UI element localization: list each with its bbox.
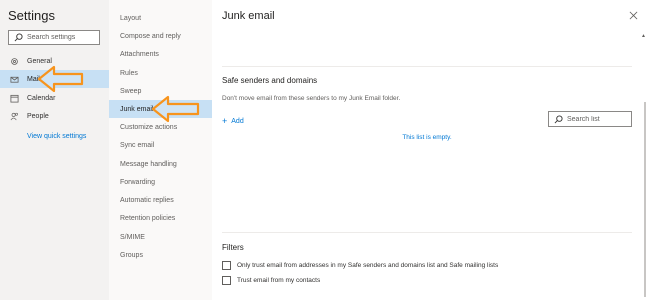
subnav-item-retention-policies[interactable]: Retention policies bbox=[109, 209, 212, 227]
safe-senders-heading: Safe senders and domains bbox=[222, 76, 318, 85]
gear-icon bbox=[11, 57, 18, 65]
section-divider bbox=[222, 232, 632, 233]
subnav-item-attachments[interactable]: Attachments bbox=[109, 45, 212, 63]
plus-icon: + bbox=[222, 116, 228, 126]
junk-email-content-pane: Junk email Safe senders and domains Don'… bbox=[212, 0, 650, 300]
safe-senders-description: Don't move email from these senders to m… bbox=[222, 95, 401, 102]
checkbox[interactable] bbox=[222, 276, 231, 285]
mail-icon bbox=[10, 76, 19, 83]
people-icon bbox=[10, 112, 18, 120]
subnav-item-rules[interactable]: Rules bbox=[109, 64, 212, 82]
section-divider bbox=[222, 66, 632, 67]
subnav-item-smime[interactable]: S/MIME bbox=[109, 228, 212, 246]
empty-list-message: This list is empty. bbox=[402, 134, 452, 141]
search-list-box[interactable] bbox=[548, 111, 632, 127]
subnav-item-automatic-replies[interactable]: Automatic replies bbox=[109, 191, 212, 209]
settings-title: Settings bbox=[8, 8, 55, 23]
nav-item-label: Calendar bbox=[27, 94, 56, 102]
subnav-item-forwarding[interactable]: Forwarding bbox=[109, 173, 212, 191]
filter-option-label: Only trust email from addresses in my Sa… bbox=[237, 262, 499, 269]
search-settings-input[interactable] bbox=[27, 34, 97, 41]
checkbox[interactable] bbox=[222, 261, 231, 270]
filter-option-trust-contacts[interactable]: Trust email from my contacts bbox=[222, 276, 320, 285]
add-label: Add bbox=[231, 117, 244, 125]
junk-email-pointer-arrow-icon bbox=[151, 95, 200, 123]
subnav-item-sync-email[interactable]: Sync email bbox=[109, 136, 212, 154]
filter-option-label: Trust email from my contacts bbox=[237, 277, 321, 284]
filters-heading: Filters bbox=[222, 243, 244, 252]
search-list-input[interactable] bbox=[567, 115, 631, 123]
page-title: Junk email bbox=[222, 10, 275, 22]
subnav-item-compose-and-reply[interactable]: Compose and reply bbox=[109, 27, 212, 45]
filter-option-safe-senders-only[interactable]: Only trust email from addresses in my Sa… bbox=[222, 261, 498, 270]
subnav-item-message-handling[interactable]: Message handling bbox=[109, 155, 212, 173]
scroll-up-icon[interactable]: ▲ bbox=[641, 33, 646, 39]
close-icon[interactable] bbox=[629, 11, 638, 20]
mail-pointer-arrow-icon bbox=[37, 65, 84, 93]
nav-item-people[interactable]: People bbox=[0, 107, 109, 125]
search-icon bbox=[14, 33, 23, 42]
search-icon bbox=[554, 114, 563, 123]
settings-nav-pane: Settings General Mail Calendar bbox=[0, 0, 109, 300]
calendar-icon bbox=[10, 94, 19, 103]
search-settings-box[interactable] bbox=[8, 30, 100, 45]
nav-item-label: People bbox=[27, 112, 49, 120]
subnav-item-layout[interactable]: Layout bbox=[109, 9, 212, 27]
mail-subnav-pane: Layout Compose and reply Attachments Rul… bbox=[109, 0, 212, 300]
scrollbar-thumb[interactable] bbox=[644, 102, 646, 297]
add-safe-sender-button[interactable]: + Add bbox=[222, 116, 244, 126]
view-quick-settings-link[interactable]: View quick settings bbox=[27, 133, 86, 140]
subnav-item-groups[interactable]: Groups bbox=[109, 246, 212, 264]
